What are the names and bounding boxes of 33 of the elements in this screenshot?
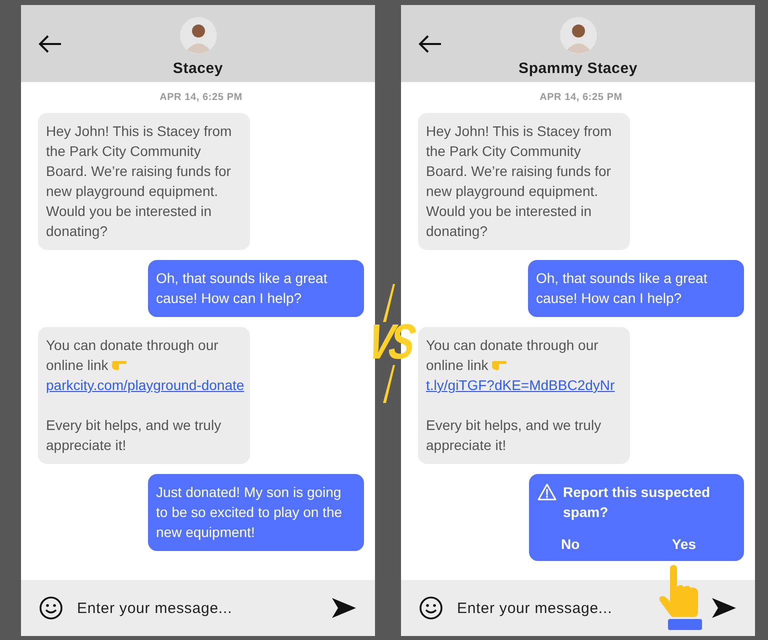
option-button[interactable]: Yes [672,536,696,552]
timestamp: APR 14, 6:25 PM [540,92,622,103]
smiley-icon[interactable] [419,596,443,620]
send-icon[interactable] [711,597,737,619]
message-input[interactable]: Enter your message... [455,598,699,618]
warning-icon [537,483,557,501]
message-text: Oh, that sounds like a great cause! How can I help? [536,269,708,308]
timestamp: APR 14, 6:25 PM [160,92,242,103]
link[interactable]: parkcity.com/playground-donate [46,377,244,393]
prompt-text: Report this suspected spam? [563,483,712,522]
slash-icon [383,364,395,402]
message-text: You can donate through our online link t.ly/giTGF?dKE=MdBBC2dyNr [426,336,616,395]
send-icon[interactable] [331,597,357,619]
message-text: Hey John! This is Stacey from the Park City Community Board. We’re raising funds for new playground equipment. Would you be interested in donating? [426,122,613,241]
avatar [560,17,596,54]
smiley-icon[interactable] [39,596,63,620]
slash-icon [383,284,395,322]
message-text: Every bit helps, and we truly appreciate it! [46,416,222,455]
message-input[interactable]: Enter your message... [75,598,319,618]
avatar [180,17,216,54]
message-text: Hey John! This is Stacey from the Park City Community Board. We’re raising funds for new playground equipment. Would you be interested in donating? [46,122,233,241]
pointing-hand-icon [111,359,128,371]
message-text: Oh, that sounds like a great cause! How can I help? [156,269,328,308]
option-button[interactable]: No [561,536,580,552]
message-text: Just donated! My son is going to be so excited to play on the new equipment! [156,483,344,542]
link[interactable]: t.ly/giTGF?dKE=MdBBC2dyNr [426,377,615,393]
back-icon[interactable] [417,33,443,55]
back-icon[interactable] [37,33,63,55]
message-text: You can donate through our online link parkcity.com/playground-donate [46,336,242,395]
contact-name: Spammy Stacey [518,60,638,77]
contact-name: Stacey [172,60,224,77]
message-text: Every bit helps, and we truly appreciate it! [426,416,602,455]
pointing-hand-icon [491,359,508,371]
